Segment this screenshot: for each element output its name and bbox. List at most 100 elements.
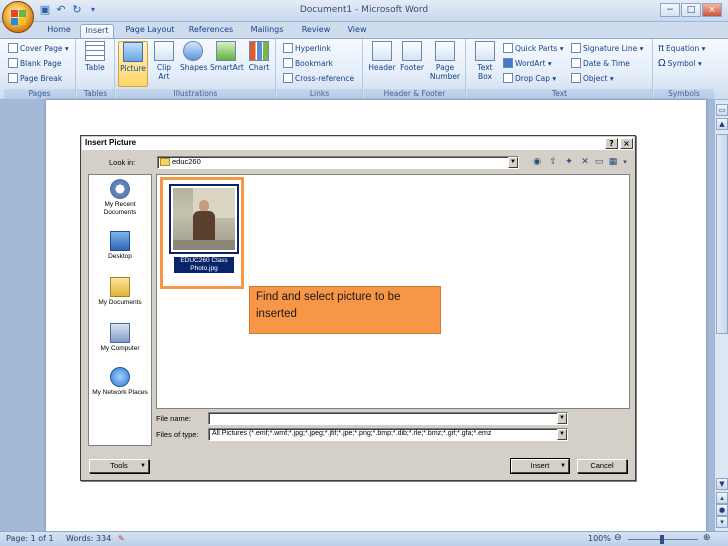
places-bar: My Recent Documents Desktop My Documents… (88, 174, 152, 446)
picture-icon (123, 42, 143, 62)
table-button[interactable]: Table (82, 41, 108, 72)
minimize-button[interactable]: − (660, 3, 680, 17)
signature-line-button[interactable]: Signature Line ▾ (571, 43, 643, 55)
page-count[interactable]: Page: 1 of 1 (6, 534, 54, 543)
hyperlink-icon (283, 43, 293, 53)
place-label: My Network Places (92, 389, 148, 396)
header-button[interactable]: Header (368, 41, 396, 72)
page-number-button[interactable]: Page Number (428, 41, 462, 81)
table-label: Table (85, 63, 105, 72)
help-button[interactable]: ? (605, 138, 618, 149)
dialog-title: Insert Picture (82, 137, 634, 150)
cancel-button[interactable]: Cancel (577, 459, 627, 473)
tab-mailings[interactable]: Mailings (246, 24, 288, 38)
views-dropdown-icon[interactable]: ▾ (619, 156, 631, 168)
tab-insert[interactable]: Insert (80, 24, 114, 38)
zoom-in-icon[interactable]: ⊕ (703, 533, 711, 543)
place-my-documents[interactable]: My Documents (89, 277, 151, 307)
quick-parts-button[interactable]: Quick Parts ▾ (503, 43, 563, 55)
footer-button[interactable]: Footer (398, 41, 426, 72)
delete-icon[interactable]: ✕ (579, 156, 591, 168)
views-icon[interactable]: ▦ (607, 156, 619, 168)
group-illustrations: Picture Clip Art Shapes SmartArt Chart I… (116, 39, 276, 100)
search-web-icon[interactable]: ✦ (563, 156, 575, 168)
shapes-button[interactable]: Shapes (180, 41, 207, 72)
chart-button[interactable]: Chart (246, 41, 272, 72)
chevron-down-icon[interactable]: ▼ (557, 413, 567, 424)
group-label-tables: Tables (77, 89, 114, 99)
wordart-button[interactable]: WordArt ▾ (503, 58, 552, 70)
text-box-button[interactable]: Text Box (471, 41, 499, 81)
equation-button[interactable]: π Equation ▾ (658, 43, 705, 55)
date-time-button[interactable]: Date & Time (571, 58, 630, 70)
window-title: Document1 - Microsoft Word (299, 5, 429, 15)
tab-review[interactable]: Review (298, 24, 334, 38)
drop-cap-button[interactable]: Drop Cap ▾ (503, 73, 556, 85)
object-button[interactable]: Object ▾ (571, 73, 614, 85)
maximize-button[interactable]: □ (681, 3, 701, 17)
cross-reference-icon (283, 73, 293, 83)
look-in-value: educ260 (172, 157, 201, 166)
blank-page-icon (8, 58, 18, 68)
place-my-network[interactable]: My Network Places (89, 367, 151, 397)
zoom-level[interactable]: 100% (588, 534, 611, 543)
ribbon-tabs: Home Insert Page Layout References Maili… (0, 22, 728, 38)
blank-page-button[interactable]: Blank Page (8, 58, 61, 70)
tools-button[interactable]: Tools ▼ (89, 459, 149, 473)
file-name-input[interactable]: ▼ (208, 412, 568, 425)
chevron-down-icon: ▼ (560, 463, 566, 469)
file-thumbnail[interactable] (169, 184, 239, 254)
chevron-down-icon: ▼ (140, 463, 146, 469)
file-name-label: File name: (156, 414, 192, 423)
place-recent-documents[interactable]: My Recent Documents (89, 179, 151, 217)
close-button[interactable]: × (702, 3, 722, 17)
chevron-down-icon[interactable]: ▼ (557, 429, 567, 440)
ruler-toggle-icon[interactable]: ▭ (716, 104, 728, 116)
place-my-computer[interactable]: My Computer (89, 323, 151, 353)
picture-button[interactable]: Picture (118, 41, 148, 87)
zoom-slider-thumb[interactable] (660, 535, 664, 544)
clip-art-button[interactable]: Clip Art (151, 41, 177, 81)
proofing-icon[interactable]: ✎ (118, 534, 125, 543)
place-label: Desktop (108, 253, 132, 260)
chevron-down-icon[interactable]: ▼ (508, 157, 518, 168)
vertical-scrollbar[interactable]: ▭ ▲ ▼ ▴ ● ▾ (714, 100, 728, 531)
tab-home[interactable]: Home (44, 24, 74, 38)
hyperlink-button[interactable]: Hyperlink (283, 43, 331, 55)
dialog-close-button[interactable]: × (620, 138, 633, 149)
group-label-header-footer: Header & Footer (364, 89, 465, 99)
scroll-thumb[interactable] (716, 134, 728, 334)
page-break-label: Page Break (20, 74, 63, 83)
tab-references[interactable]: References (186, 24, 236, 38)
cover-page-button[interactable]: Cover Page ▾ (8, 43, 69, 55)
look-in-combo[interactable]: educ260 ▼ (157, 156, 519, 169)
new-folder-icon[interactable]: ▭ (593, 156, 605, 168)
status-bar: Page: 1 of 1 Words: 334 ✎ 100% ⊖ ⊕ (0, 531, 728, 546)
word-count[interactable]: Words: 334 (66, 534, 111, 543)
selected-file-item[interactable]: EDUC260 Class Photo.jpg (160, 177, 244, 289)
next-page-icon[interactable]: ▾ (716, 516, 728, 528)
files-of-type-select[interactable]: All Pictures (*.emf;*.wmf;*.jpg;*.jpeg;*… (208, 428, 568, 441)
tools-label: Tools (110, 461, 128, 470)
bookmark-button[interactable]: Bookmark (283, 58, 333, 70)
tab-page-layout[interactable]: Page Layout (124, 24, 176, 38)
select-browse-object-icon[interactable]: ● (716, 504, 728, 516)
group-label-symbols: Symbols (654, 89, 714, 99)
zoom-out-icon[interactable]: ⊖ (614, 533, 622, 543)
network-icon (110, 367, 130, 387)
back-icon[interactable]: ◉ (531, 156, 543, 168)
office-button[interactable] (2, 1, 34, 33)
smartart-button[interactable]: SmartArt (210, 41, 244, 72)
scroll-down-icon[interactable]: ▼ (716, 478, 728, 490)
group-label-text: Text (467, 89, 652, 99)
shapes-icon (183, 41, 203, 61)
tab-view[interactable]: View (342, 24, 372, 38)
insert-button[interactable]: Insert ▼ (510, 458, 570, 474)
previous-page-icon[interactable]: ▴ (716, 492, 728, 504)
scroll-up-icon[interactable]: ▲ (716, 118, 728, 130)
up-folder-icon[interactable]: ⇧ (547, 156, 559, 168)
page-break-button[interactable]: Page Break (8, 73, 62, 85)
cross-reference-button[interactable]: Cross-reference (283, 73, 354, 85)
place-desktop[interactable]: Desktop (89, 231, 151, 261)
symbol-button[interactable]: Ω Symbol ▾ (658, 58, 702, 70)
